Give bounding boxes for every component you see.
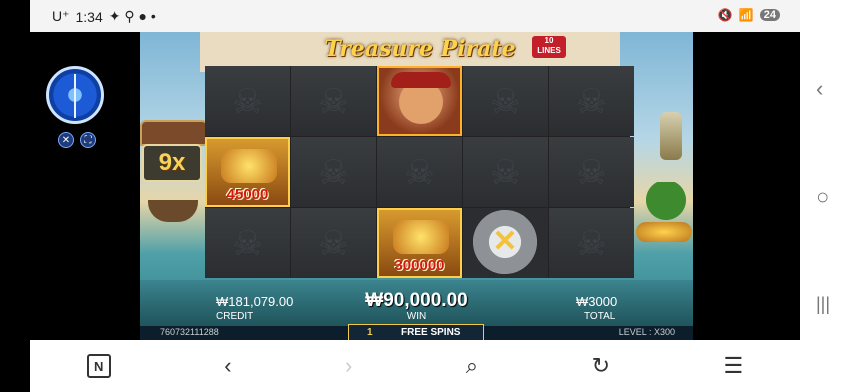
reel-cell	[549, 137, 634, 207]
naver-home-icon[interactable]: N	[86, 354, 111, 378]
expand-icon[interactable]: ⛶	[80, 132, 96, 148]
status-bar: U⁺ 1:34 ✦ ⚲ ● • 🔇 📶 24	[30, 0, 800, 32]
reel-cell	[291, 208, 376, 278]
clock: 1:34	[75, 8, 103, 25]
recents-nav-icon[interactable]: |||	[816, 294, 830, 315]
search-icon[interactable]: ⌕	[466, 353, 478, 379]
refresh-icon[interactable]: ↻	[592, 353, 610, 379]
menu-icon[interactable]: ☰	[724, 353, 744, 379]
reel-cell	[463, 137, 548, 207]
reel-cell	[549, 208, 634, 278]
gold-pile-decoration	[636, 222, 692, 242]
reel-cell	[291, 137, 376, 207]
battery-badge: 24	[759, 9, 780, 21]
reel-grid: 45000 300000	[205, 66, 634, 278]
total-bet-value[interactable]: ₩3000	[576, 294, 617, 309]
right-pane	[693, 32, 800, 340]
mute-icon: 🔇	[717, 8, 733, 22]
gold-bars-icon	[393, 220, 449, 254]
free-spins-indicator: 1 FREE SPINS	[348, 324, 484, 340]
android-side-nav: ‹ ○ |||	[800, 0, 850, 392]
lantern-decoration	[660, 112, 682, 160]
back-icon[interactable]: ‹	[224, 353, 231, 379]
carrier-label: U⁺	[52, 8, 70, 24]
gold-value: 300000	[394, 257, 445, 274]
pirate-coin-icon	[473, 210, 537, 274]
forward-icon[interactable]: ›	[345, 353, 352, 379]
wrecked-boat-decoration	[148, 200, 198, 222]
gold-symbol: 300000	[377, 208, 462, 278]
treasure-icon	[221, 149, 277, 183]
free-spins-count: 1	[367, 327, 373, 338]
notification-icons: ✦ ⚲ ● •	[108, 8, 156, 24]
info-bar: ₩181,079.00 CREDIT ₩90,000.00 WIN ₩3000 …	[140, 280, 693, 326]
game-logo: Treasure Pirate	[324, 36, 516, 62]
browser-toolbar: N ‹ › ⌕ ↻ ☰	[30, 340, 800, 392]
reel-cell	[549, 66, 634, 136]
treasure-value: 45000	[226, 186, 269, 203]
home-nav-icon[interactable]: ○	[816, 184, 829, 210]
slot-game-canvas[interactable]: Treasure Pirate 10LINES 9x 45000 300000	[140, 32, 693, 340]
back-nav-icon[interactable]: ‹	[816, 76, 823, 102]
game-footer: 760732111288 1 FREE SPINS LEVEL : X300	[140, 324, 693, 340]
reel-cell	[205, 66, 290, 136]
free-spins-label: FREE SPINS	[401, 327, 461, 338]
reel-cell	[291, 66, 376, 136]
pirate-symbol	[377, 66, 462, 136]
floating-wheel-icon[interactable]	[46, 66, 104, 124]
total-bet-label: TOTAL	[584, 311, 616, 322]
chest-decoration	[140, 120, 208, 146]
level-indicator: LEVEL : X300	[618, 327, 675, 337]
left-pane: ✕ ⛶	[30, 32, 140, 340]
lines-badge: 10 LINES	[532, 36, 566, 58]
close-icon[interactable]: ✕	[58, 132, 74, 148]
reel-cell	[463, 66, 548, 136]
reel-cell	[205, 208, 290, 278]
reel-cell	[377, 137, 462, 207]
game-id: 760732111288	[160, 327, 219, 337]
multiplier-badge: 9x	[142, 144, 202, 182]
pirate-hat-icon	[391, 72, 451, 88]
coin-symbol	[463, 208, 548, 278]
treasure-symbol: 45000	[205, 137, 290, 207]
wifi-icon: 📶	[738, 8, 754, 22]
